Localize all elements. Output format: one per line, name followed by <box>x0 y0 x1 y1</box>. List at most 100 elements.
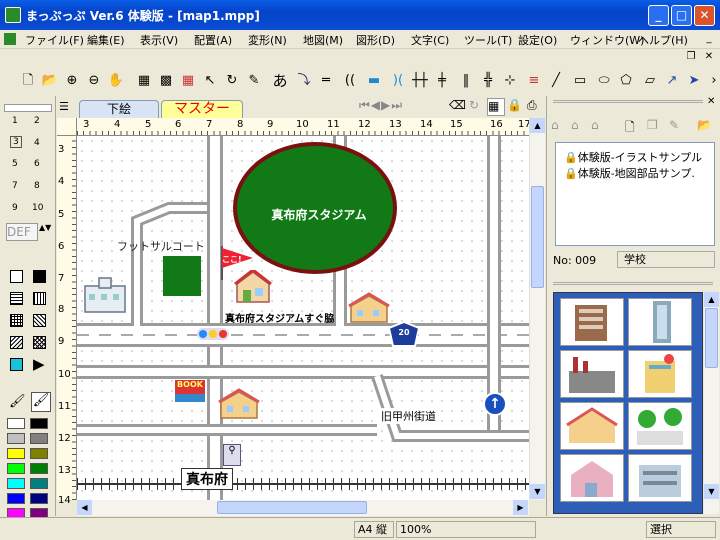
curve-icon[interactable]: (( <box>340 71 360 91</box>
u-turn-icon[interactable]: ⤵ <box>294 71 314 91</box>
futsal-court[interactable] <box>163 256 201 296</box>
line-width-4[interactable]: 4 <box>34 138 40 148</box>
scroll-up-icon[interactable]: ▲ <box>530 118 545 133</box>
scroll-down-icon[interactable]: ▼ <box>530 484 545 499</box>
one-way-arrow-icon[interactable]: ↑ <box>483 392 507 416</box>
color-green[interactable] <box>30 463 48 474</box>
color-teal[interactable] <box>30 478 48 489</box>
grid-toggle-icon[interactable]: ▦ <box>487 98 505 116</box>
line-width-9[interactable]: 9 <box>12 203 18 213</box>
fill-solid-icon[interactable] <box>33 270 46 283</box>
line-icon[interactable]: ╱ <box>546 71 566 91</box>
page-navigation[interactable]: ⏮◀▶⏭ <box>359 98 459 116</box>
paint-icon[interactable]: 🖌 <box>31 392 51 412</box>
select-arrow-icon[interactable]: ↖ <box>200 71 220 91</box>
pattern-hlines-icon[interactable] <box>10 292 23 305</box>
zoom-out-icon[interactable]: ⊖ <box>84 71 104 91</box>
close-button[interactable]: ✕ <box>694 5 715 26</box>
street-label[interactable]: 旧甲州街道 <box>381 408 436 424</box>
school-building-icon[interactable] <box>81 276 129 316</box>
menu-settings[interactable]: 設定(O) <box>515 32 560 48</box>
ellipse-icon[interactable]: ⬭ <box>594 71 614 91</box>
mdi-restore-button[interactable]: ❐ <box>684 51 698 65</box>
parts-rename-icon[interactable]: ✎ <box>669 118 685 134</box>
color-blue[interactable] <box>7 493 25 504</box>
menu-edit[interactable]: 編集(E) <box>84 32 128 48</box>
traffic-light-icon[interactable] <box>197 328 229 340</box>
color-silver[interactable] <box>7 433 25 444</box>
color-lime[interactable] <box>7 463 25 474</box>
layer-icon[interactable] <box>4 104 52 112</box>
def-spinner-icon[interactable]: ▲▼ <box>39 223 51 241</box>
parts-copy-icon[interactable]: ❐ <box>647 118 663 134</box>
palette-icon[interactable]: ▦ <box>178 71 198 91</box>
menu-transform[interactable]: 変形(N) <box>245 32 290 48</box>
layer-item-illust[interactable]: 🔒体験版-イラストサンプル <box>564 149 714 165</box>
pattern-backdiag-icon[interactable] <box>10 336 23 349</box>
shop-label[interactable]: 真布府スタジアムすぐ脇 <box>225 310 334 325</box>
map-canvas[interactable]: 真布府スタジアム フットサルコート ここ! 真布府スタジアムすぐ脇 20 BOO… <box>77 136 529 500</box>
bridge-icon[interactable]: )( <box>388 71 408 91</box>
part-thumb-apartment[interactable] <box>628 454 692 502</box>
house-building-icon[interactable] <box>347 292 391 328</box>
color-olive[interactable] <box>30 448 48 459</box>
menu-tools[interactable]: ツール(T) <box>461 32 515 48</box>
rectangle-icon[interactable]: ▭ <box>570 71 590 91</box>
pattern-diagonal-icon[interactable] <box>33 314 46 327</box>
line-width-8[interactable]: 8 <box>34 181 40 191</box>
tunnel-icon[interactable]: ‖ <box>456 71 476 91</box>
menu-shape[interactable]: 図形(D) <box>353 32 398 48</box>
crossing-icon[interactable]: ╬ <box>478 71 498 91</box>
menu-map[interactable]: 地図(M) <box>300 32 346 48</box>
pattern-vlines-icon[interactable] <box>33 292 46 305</box>
scroll-right-icon[interactable]: ▶ <box>513 500 528 515</box>
color-white[interactable] <box>7 418 25 429</box>
part-thumb-department-store[interactable] <box>628 350 692 398</box>
menu-file[interactable]: ファイル(F) <box>22 32 87 48</box>
print-icon[interactable]: ⎙ <box>527 98 545 116</box>
vertical-scroll-thumb[interactable] <box>531 186 544 288</box>
color-yellow[interactable] <box>7 448 25 459</box>
layer-item-parts[interactable]: 🔒体験版-地図部品サンプ. <box>564 165 720 181</box>
part-thumb-shop[interactable] <box>560 402 624 450</box>
part-thumb-park[interactable] <box>628 402 692 450</box>
calculator-icon[interactable]: ▦ <box>134 71 154 91</box>
grid-icon[interactable]: ▩ <box>156 71 176 91</box>
line-width-3[interactable]: 3 <box>10 136 22 148</box>
polygon-icon[interactable]: ⬠ <box>616 71 636 91</box>
parallelogram-icon[interactable]: ▱ <box>640 71 660 91</box>
part-thumb-house[interactable] <box>560 454 624 502</box>
rail-line-icon[interactable]: ╪ <box>432 71 452 91</box>
bookstore-icon[interactable]: BOOK <box>175 380 205 402</box>
line-width-5[interactable]: 5 <box>12 159 18 169</box>
open-file-icon[interactable]: 📂 <box>40 71 60 91</box>
minimize-button[interactable]: _ <box>648 5 669 26</box>
police-box-icon[interactable]: ⚲ <box>223 444 241 466</box>
menu-arrange[interactable]: 配置(A) <box>191 32 235 48</box>
rail-icon[interactable]: ┼┼ <box>410 71 430 91</box>
line-width-7[interactable]: 7 <box>12 181 18 191</box>
menu-help[interactable]: ヘルプ(H) <box>635 32 691 48</box>
menu-text[interactable]: 文字(C) <box>408 32 452 48</box>
rotate-icon[interactable]: ↻ <box>222 71 242 91</box>
gallery-scroll-down-icon[interactable]: ▼ <box>704 484 719 499</box>
brush-icon[interactable]: 🖌 <box>9 394 27 412</box>
rotate-page-icon[interactable]: ↻ <box>469 98 487 116</box>
tab-shita-e[interactable]: 下絵 <box>79 100 159 118</box>
parts-folder-icon[interactable]: 📂 <box>697 118 713 134</box>
gallery-scrollbar[interactable]: ▲ ▼ <box>704 292 719 514</box>
pen-icon[interactable]: ✎ <box>244 71 264 91</box>
station-label[interactable]: 真布府 <box>181 468 233 490</box>
hand-icon[interactable]: ✋ <box>106 71 126 91</box>
stripe-icon[interactable]: ≡ <box>524 71 544 91</box>
toolbar-more-icon[interactable]: › <box>704 71 720 91</box>
part-thumb-tower[interactable] <box>628 298 692 346</box>
new-file-icon[interactable]: 🗋 <box>18 71 38 91</box>
shop-building-icon[interactable] <box>233 270 273 306</box>
menu-view[interactable]: 表示(V) <box>137 32 181 48</box>
color-gray[interactable] <box>30 433 48 444</box>
pattern-cyan-icon[interactable] <box>10 358 23 371</box>
vertical-scrollbar[interactable]: ▲ ▼ <box>529 118 545 500</box>
stadium-label[interactable]: 真布府スタジアム <box>249 206 389 223</box>
text-tool-icon[interactable]: あ <box>270 71 290 91</box>
